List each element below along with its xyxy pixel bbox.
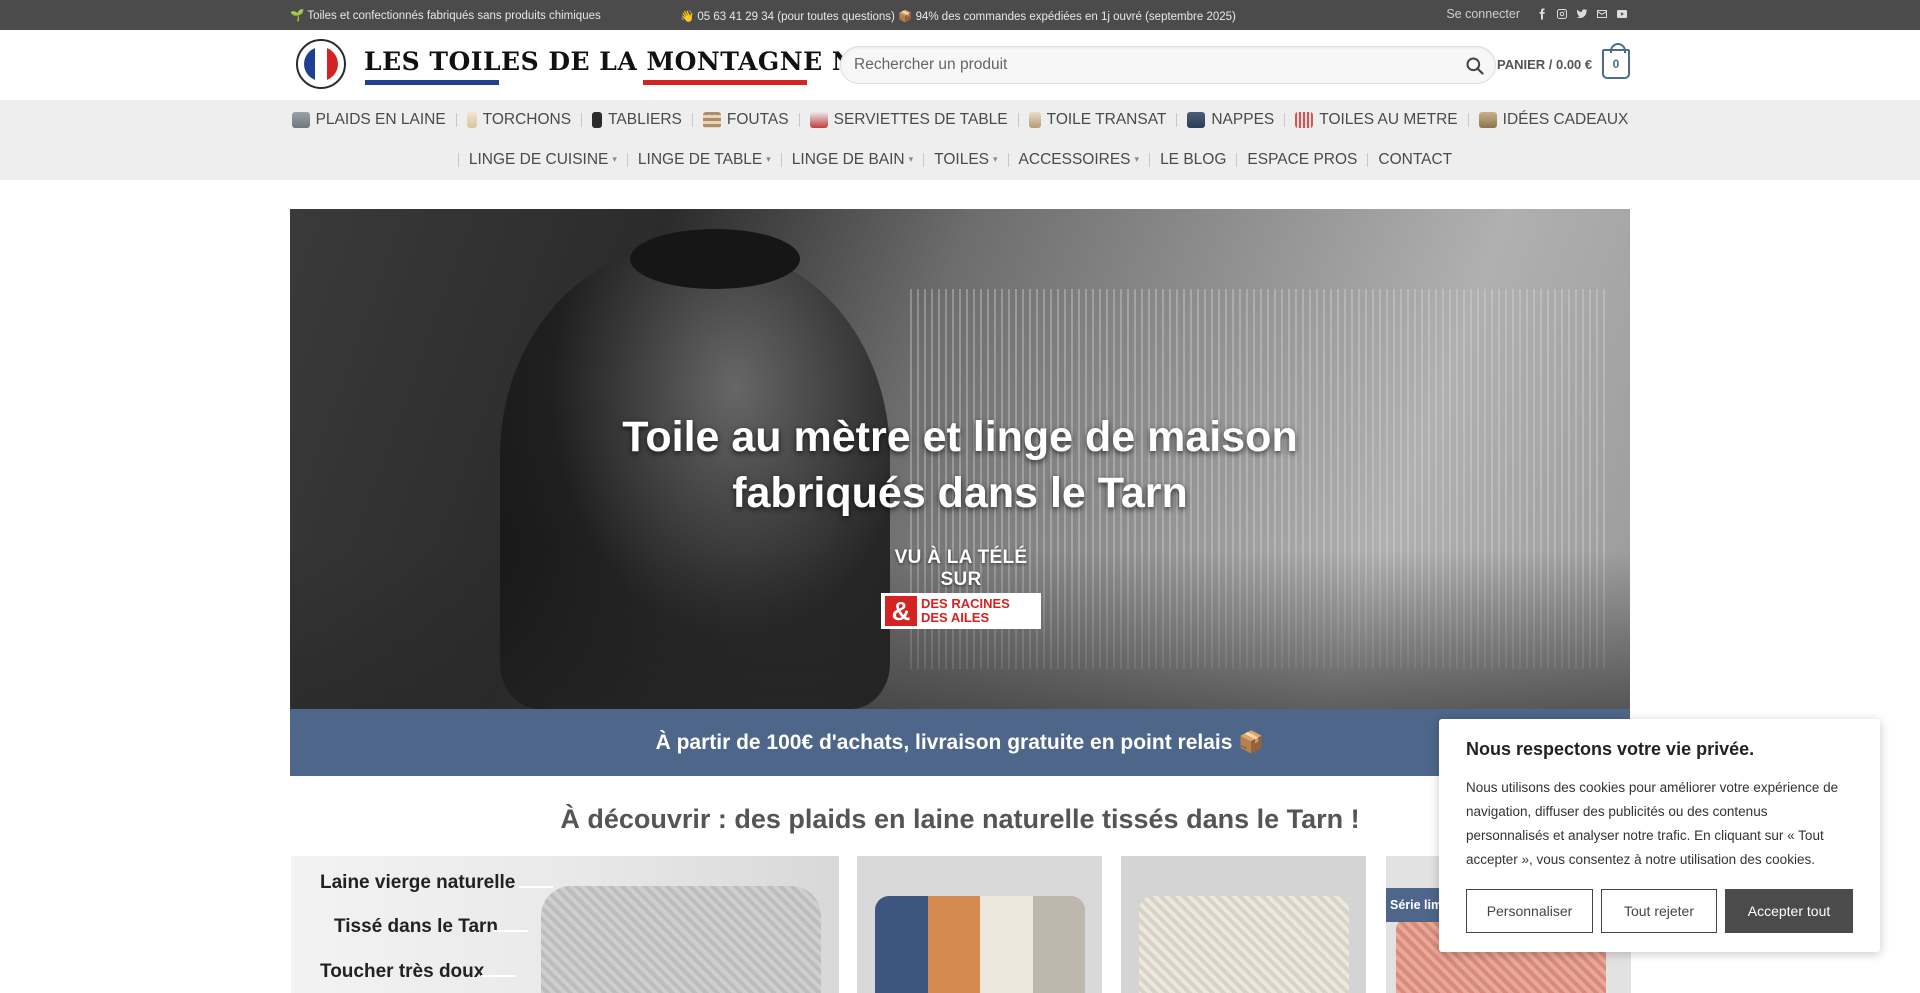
towel-icon xyxy=(466,112,477,128)
hand-icon: 👋 xyxy=(680,11,695,23)
nav-item-idees-cadeaux[interactable]: IDÉES CADEAUX xyxy=(1469,111,1639,129)
chevron-down-icon: ▾ xyxy=(612,153,617,164)
nav-item-foutas[interactable]: FOUTAS xyxy=(693,111,799,129)
instagram-icon[interactable] xyxy=(1556,8,1568,20)
feature-card[interactable]: Laine vierge naturelle Tissé dans le Tar… xyxy=(291,856,839,993)
chevron-down-icon: ▾ xyxy=(993,153,998,164)
cart-link[interactable]: PANIER / 0.00 € xyxy=(1497,57,1592,72)
tablecloth-icon xyxy=(1187,112,1206,128)
chevron-down-icon: ▾ xyxy=(908,153,914,164)
product-card[interactable] xyxy=(1121,856,1366,993)
feature-line-2: Tissé dans le Tarn xyxy=(334,916,499,937)
tv-badge-caption: VU À LA TÉLÉ SUR xyxy=(894,547,1028,590)
facebook-icon[interactable] xyxy=(1536,8,1548,20)
tv-show-name: DES RACINES DES AILES xyxy=(921,596,1010,625)
topbar-tagline: 🌱 Toiles et confectionnés fabriqués sans … xyxy=(290,10,601,22)
logo-stripe-blue xyxy=(365,80,499,85)
cart-icon[interactable]: 0 xyxy=(1602,43,1630,79)
search-icon[interactable] xyxy=(1465,56,1485,76)
chevron-down-icon: ▾ xyxy=(766,153,771,164)
topbar-right: Se connecter xyxy=(1446,7,1628,21)
cart-count: 0 xyxy=(1612,57,1620,71)
cookie-title: Nous respectons votre vie privée. xyxy=(1466,739,1755,759)
nav-item-torchons[interactable]: TORCHONS xyxy=(457,111,581,129)
blanket-pile-image xyxy=(541,886,821,993)
tv-show-ampersand: & xyxy=(885,596,917,626)
nav-item-contact[interactable]: CONTACT xyxy=(1368,151,1462,169)
nav-item-linge-de-cuisine[interactable]: LINGE DE CUISINE ▾ xyxy=(459,151,627,169)
tv-show-logo: & DES RACINES DES AILES xyxy=(881,593,1041,629)
arrow-icon xyxy=(481,975,515,977)
nav-item-plaids[interactable]: PLAIDS EN LAINE xyxy=(282,111,456,129)
napkin-icon xyxy=(809,112,828,128)
gift-icon xyxy=(1478,112,1497,128)
arrow-icon xyxy=(519,886,553,888)
nav-row-categories: PLAIDS EN LAINE TORCHONS TABLIERS FOUTAS… xyxy=(0,109,1920,131)
cookie-consent-dialog: Nous respectons votre vie privée. Nous u… xyxy=(1439,719,1880,952)
chevron-down-icon: ▾ xyxy=(1134,153,1140,164)
beret-image xyxy=(630,229,800,289)
topbar-contact: 👋 05 63 41 29 34 (pour toutes questions) … xyxy=(680,11,1236,23)
nav-item-accessoires[interactable]: ACCESSOIRES ▾ xyxy=(1009,151,1150,169)
striped-blanket-image xyxy=(875,896,1085,993)
nav-item-nappes[interactable]: NAPPES xyxy=(1177,111,1284,129)
accept-all-button[interactable]: Accepter tout xyxy=(1725,889,1853,933)
search-bar xyxy=(840,46,1496,84)
main-nav: PLAIDS EN LAINE TORCHONS TABLIERS FOUTAS… xyxy=(0,100,1920,180)
email-icon[interactable] xyxy=(1596,8,1608,20)
nav-item-espace-pros[interactable]: ESPACE PROS xyxy=(1237,151,1367,169)
nav-item-toiles[interactable]: TOILES ▾ xyxy=(924,151,1007,169)
top-bar: 🌱 Toiles et confectionnés fabriqués sans … xyxy=(0,0,1920,30)
hero-title: Toile au mètre et linge de maison fabriq… xyxy=(622,413,1298,517)
nav-item-toile-transat[interactable]: TOILE TRANSAT xyxy=(1019,111,1177,129)
twitter-icon[interactable] xyxy=(1576,8,1588,20)
youtube-icon[interactable] xyxy=(1616,8,1628,20)
site-header: LES TOILES DE LA MONTAGNE NOIRE PANIER /… xyxy=(0,30,1920,100)
cream-blanket-image xyxy=(1139,896,1349,993)
apron-icon xyxy=(592,112,603,128)
feature-line-3: Toucher très doux xyxy=(320,961,485,982)
tv-badge: VU À LA TÉLÉ SUR & DES RACINES DES AILES xyxy=(878,547,1044,629)
logo-seal[interactable] xyxy=(296,39,346,89)
login-link[interactable]: Se connecter xyxy=(1446,7,1520,21)
search-input[interactable] xyxy=(841,47,1495,83)
hero-banner[interactable]: Toile au mètre et linge de maison fabriq… xyxy=(290,209,1630,709)
cookie-buttons: Personnaliser Tout rejeter Accepter tout xyxy=(1466,889,1853,933)
product-card[interactable] xyxy=(857,856,1102,993)
nav-row-sections: LINGE DE CUISINE ▾ LINGE DE TABLE ▾ LINGE … xyxy=(0,149,1920,171)
nav-item-le-blog[interactable]: LE BLOG xyxy=(1150,151,1236,169)
nav-item-toiles-au-metre[interactable]: TOILES AU METRE xyxy=(1285,111,1467,129)
deckchair-icon xyxy=(1028,112,1041,128)
nav-item-serviettes[interactable]: SERVIETTES DE TABLE xyxy=(800,111,1018,129)
fabric-roll-icon xyxy=(1295,112,1314,128)
cookie-text: Nous utilisons des cookies pour améliore… xyxy=(1466,780,1839,867)
fouta-icon xyxy=(702,112,721,128)
nav-item-linge-de-bain[interactable]: LINGE DE BAIN ▾ xyxy=(782,151,923,169)
arrow-icon xyxy=(494,930,528,932)
nav-item-tabliers[interactable]: TABLIERS xyxy=(582,111,692,129)
logo-stripe-red xyxy=(643,80,807,85)
customize-button[interactable]: Personnaliser xyxy=(1466,889,1593,933)
nav-item-linge-de-table[interactable]: LINGE DE TABLE ▾ xyxy=(628,151,781,169)
reject-all-button[interactable]: Tout rejeter xyxy=(1601,889,1717,933)
french-flag-icon xyxy=(304,47,338,81)
plant-icon: 🌱 xyxy=(290,10,305,22)
feature-line-1: Laine vierge naturelle xyxy=(320,872,516,893)
blanket-icon xyxy=(291,112,310,128)
free-shipping-banner: À partir de 100€ d'achats, livraison gra… xyxy=(290,709,1630,776)
